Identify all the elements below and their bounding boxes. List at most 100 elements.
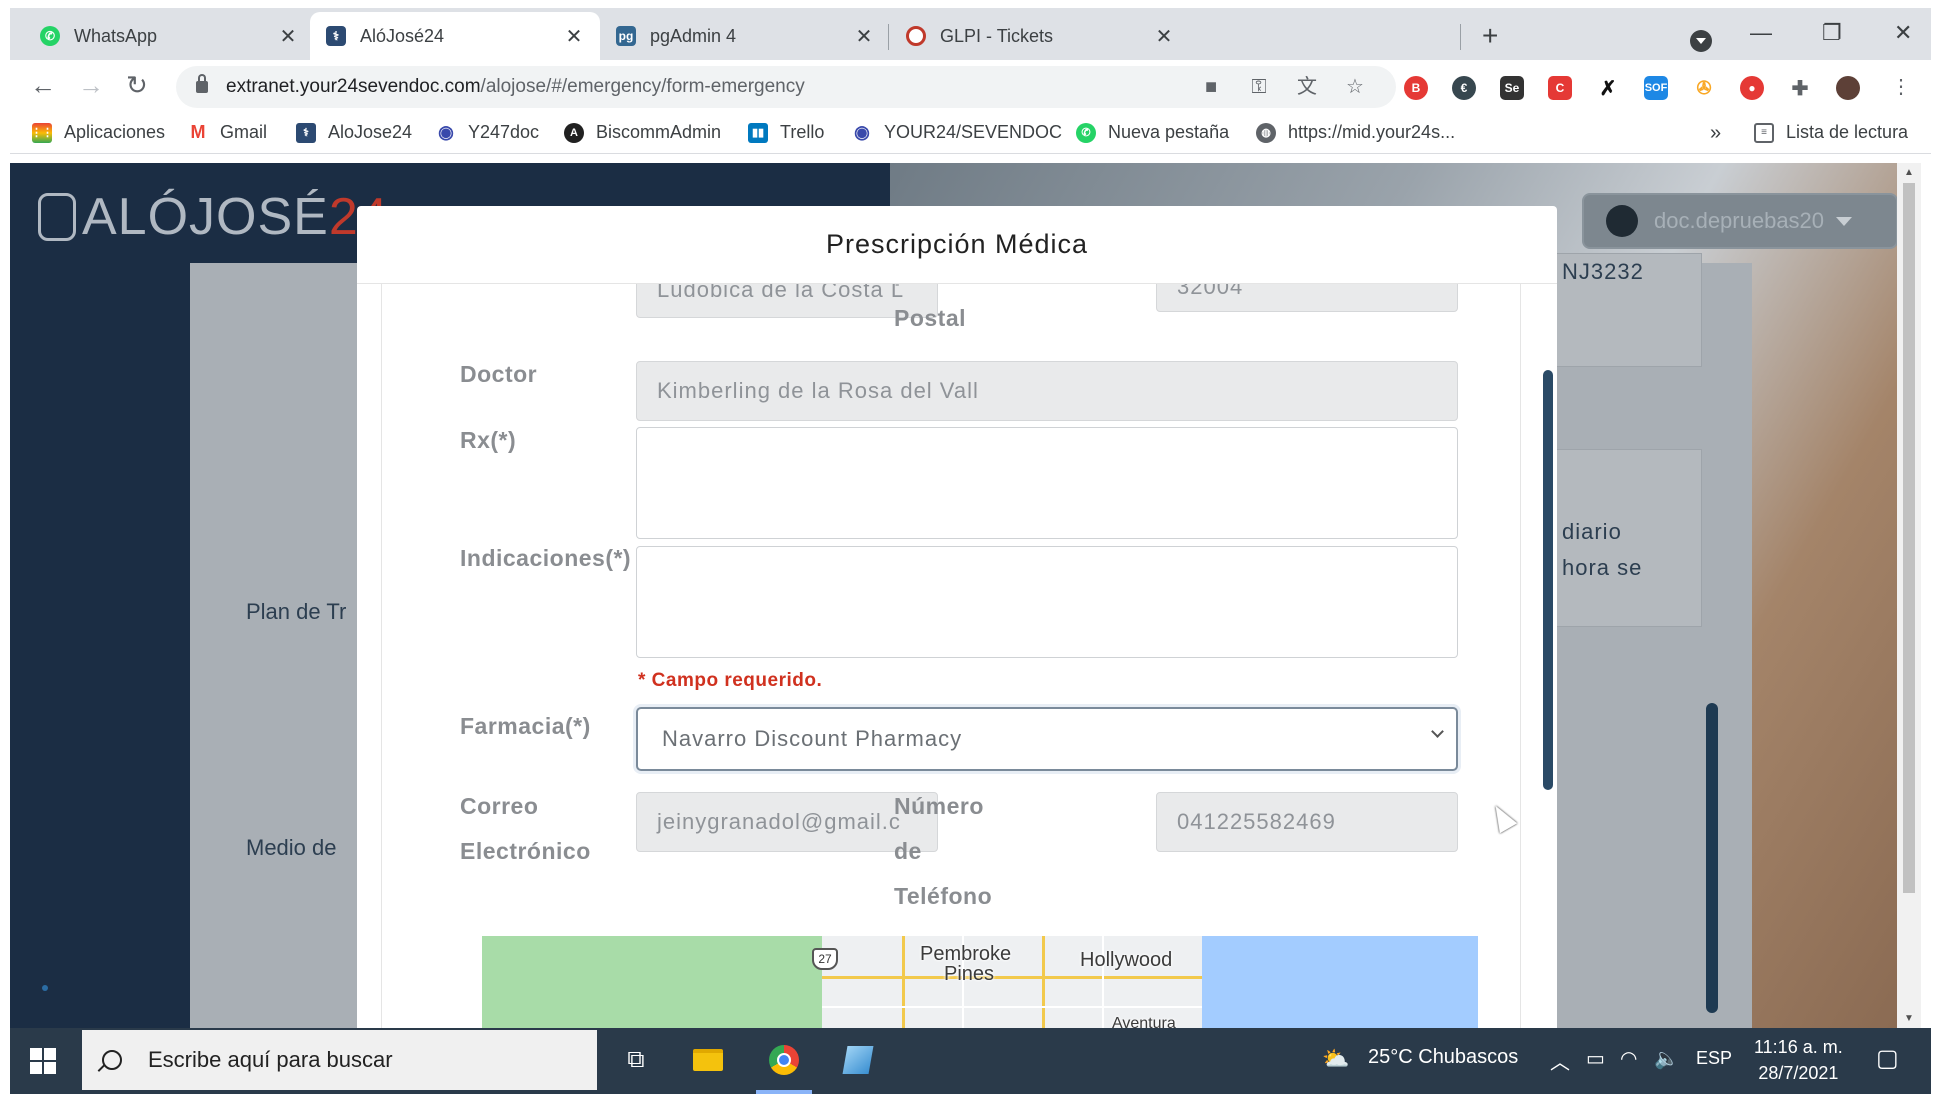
lock-icon[interactable]: [196, 74, 208, 93]
postal-code-field[interactable]: 32004: [1156, 284, 1458, 312]
close-tab-icon[interactable]: ✕: [1154, 24, 1174, 49]
extension-icon[interactable]: B: [1404, 76, 1428, 100]
scroll-up-icon[interactable]: ▲: [1904, 167, 1914, 178]
page-scrollbar[interactable]: ▲ ▼: [1897, 163, 1921, 1028]
gmail-icon: M: [188, 122, 208, 143]
farmacia-select[interactable]: Navarro Discount Pharmacy: [636, 707, 1458, 771]
bookmark-alojose24[interactable]: ⚕ AloJose24: [296, 122, 412, 143]
key-icon[interactable]: ⚿: [1248, 76, 1270, 98]
profile-avatar[interactable]: [1836, 76, 1860, 100]
tab-alojose24[interactable]: ⚕ AlóJosé24 ✕: [310, 12, 600, 60]
clock-time: 11:16 a. m.: [1754, 1037, 1843, 1057]
doctor-field[interactable]: Kimberling de la Rosa del Vall: [636, 361, 1458, 421]
pharmacy-map[interactable]: 27 Pembroke Pines Hollywood Aventura: [482, 936, 1478, 1028]
bookmark-apps[interactable]: ⋮⋮ Aplicaciones: [31, 122, 165, 143]
bookmark-nueva-pestana[interactable]: ✆ Nueva pestaña: [1076, 122, 1229, 143]
rx-textarea[interactable]: [636, 427, 1458, 539]
background-text: hora se: [1562, 555, 1643, 580]
back-arrow-icon[interactable]: ←: [30, 72, 56, 98]
windows-start-icon[interactable]: [30, 1048, 56, 1074]
bookmark-label: Y247doc: [468, 122, 540, 142]
reading-list[interactable]: ≡ Lista de lectura: [1754, 122, 1908, 143]
bookmark-trello[interactable]: ▮▮ Trello: [748, 122, 824, 143]
close-tab-icon[interactable]: ✕: [854, 24, 874, 49]
close-window-icon[interactable]: ✕: [1894, 20, 1912, 46]
reload-icon[interactable]: ↻: [126, 72, 148, 98]
telefono-label: Teléfono: [894, 883, 993, 909]
restore-icon[interactable]: ❐: [1822, 20, 1842, 46]
map-road: [902, 936, 905, 1028]
tab-title: pgAdmin 4: [650, 25, 737, 46]
system-clock[interactable]: 11:16 a. m. 28/7/2021: [1754, 1034, 1843, 1086]
extension-icon[interactable]: SOF: [1644, 76, 1668, 100]
file-explorer-icon[interactable]: [690, 1042, 726, 1078]
angular-icon: A: [564, 122, 584, 143]
volume-icon[interactable]: 🔈: [1654, 1046, 1679, 1071]
scrollbar-thumb[interactable]: [1903, 183, 1915, 893]
notifications-icon[interactable]: ▢: [1876, 1044, 1899, 1073]
kebab-menu-icon[interactable]: ⋮: [1890, 76, 1912, 98]
correo-label: Electrónico: [460, 838, 591, 864]
stethoscope-icon: [38, 193, 76, 241]
bookmark-gmail[interactable]: M Gmail: [188, 122, 267, 143]
close-tab-icon[interactable]: ✕: [564, 24, 584, 49]
bookmark-biscommadmin[interactable]: A BiscommAdmin: [564, 122, 721, 143]
background-scrollbar[interactable]: [1706, 703, 1718, 1013]
scroll-down-icon[interactable]: ▼: [1904, 1013, 1914, 1024]
patient-address-field[interactable]: Ludobica de la Costa L: [636, 284, 938, 318]
camera-blocked-icon[interactable]: ■: [1200, 76, 1222, 98]
alojose-icon: ⚕: [326, 26, 346, 46]
bookmark-star-icon[interactable]: ☆: [1344, 76, 1366, 98]
forward-arrow-icon[interactable]: →: [78, 72, 104, 98]
map-label: Hollywood: [1080, 949, 1173, 971]
modal-body: Ludobica de la Costa L · Postal 32004 Do…: [381, 284, 1521, 1028]
bookmark-mid-your24s[interactable]: ◍ https://mid.your24s...: [1256, 122, 1455, 143]
user-menu-button[interactable]: doc.depruebas20: [1582, 193, 1898, 249]
field-value: jeinygranadol@gmail.c: [657, 809, 901, 834]
rx-label: Rx(*): [460, 427, 517, 453]
weather-icon[interactable]: ⛅: [1322, 1046, 1349, 1072]
bookmark-your24sevendoc[interactable]: ◉ YOUR24/SEVENDOC: [852, 122, 1062, 143]
bookmark-label: BiscommAdmin: [596, 122, 722, 142]
task-view-icon[interactable]: ⧉: [618, 1042, 654, 1078]
battery-icon[interactable]: ▭: [1586, 1046, 1605, 1071]
wifi-icon[interactable]: ◠: [1620, 1046, 1637, 1071]
app-icon[interactable]: [840, 1042, 876, 1078]
puzzle-icon[interactable]: ✚: [1788, 76, 1812, 100]
y247doc-icon: ◉: [852, 122, 872, 143]
extension-icon[interactable]: ✗: [1596, 76, 1620, 100]
extension-icon[interactable]: C: [1548, 76, 1572, 100]
weather-text[interactable]: 25°C Chubascos: [1368, 1046, 1518, 1069]
background-label: Plan de Tr: [246, 599, 347, 624]
map-road: [822, 976, 1202, 979]
tab-whatsapp[interactable]: ✆ WhatsApp ✕: [24, 12, 314, 60]
extension-icon[interactable]: ●: [1740, 76, 1764, 100]
bookmark-y247doc[interactable]: ◉ Y247doc: [436, 122, 539, 143]
close-tab-icon[interactable]: ✕: [278, 24, 298, 49]
taskbar-search-box[interactable]: Escribe aquí para buscar: [82, 1030, 597, 1090]
new-tab-plus-icon[interactable]: +: [1482, 22, 1498, 50]
selected-pharmacy: Navarro Discount Pharmacy: [662, 726, 963, 751]
translate-icon[interactable]: 文: [1296, 76, 1318, 98]
selenium-ide-icon[interactable]: Se: [1500, 76, 1524, 100]
tab-pgadmin[interactable]: pg pgAdmin 4 ✕: [600, 12, 890, 60]
phone-field[interactable]: 041225582469: [1156, 792, 1458, 852]
url-path: /alojose/#/emergency/form-emergency: [480, 76, 805, 97]
indicaciones-textarea[interactable]: [636, 546, 1458, 658]
email-field[interactable]: jeinygranadol@gmail.c: [636, 792, 938, 852]
field-value: 041225582469: [1177, 809, 1336, 834]
chrome-icon[interactable]: [766, 1042, 802, 1078]
chevron-up-icon[interactable]: ︿: [1550, 1046, 1570, 1075]
tab-search-icon[interactable]: [1690, 30, 1712, 52]
extension-icon[interactable]: ✇: [1692, 76, 1716, 100]
telefono-label: Número: [894, 793, 984, 819]
bookmarks-overflow-icon[interactable]: »: [1710, 122, 1721, 145]
modal-scrollbar-thumb[interactable]: [1543, 370, 1553, 790]
language-indicator[interactable]: ESP: [1696, 1048, 1732, 1069]
tab-title: WhatsApp: [74, 25, 158, 46]
extension-icon[interactable]: €: [1452, 76, 1476, 100]
bookmark-label: Trello: [780, 122, 825, 142]
username: doc.depruebas20: [1654, 208, 1825, 233]
tab-glpi[interactable]: GLPI - Tickets ✕: [890, 12, 1190, 60]
minimize-icon[interactable]: —: [1750, 20, 1772, 46]
